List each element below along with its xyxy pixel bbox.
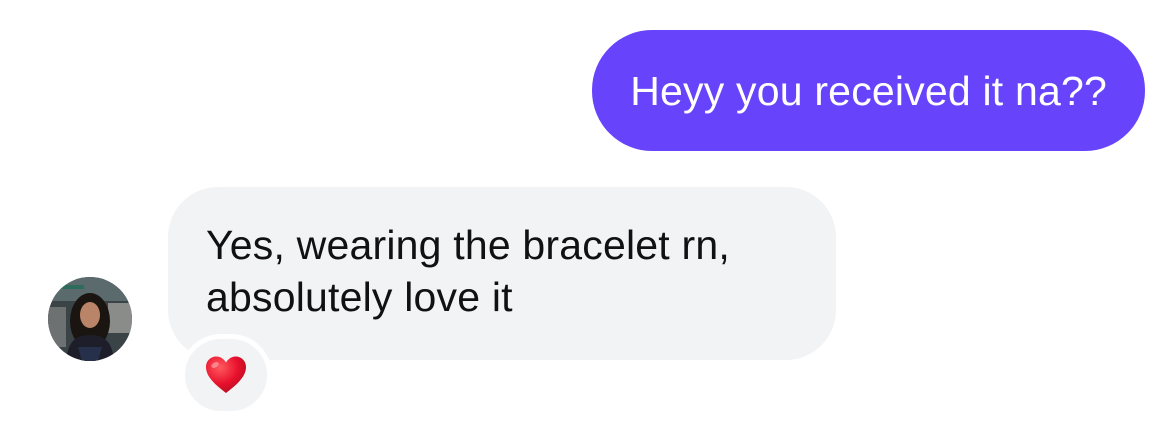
incoming-message-line-2: absolutely love it xyxy=(206,274,513,320)
message-thread: Heyy you received it na?? Yes, wearing t… xyxy=(0,0,1170,431)
outgoing-message-bubble[interactable]: Heyy you received it na?? xyxy=(592,30,1145,151)
outgoing-message-text: Heyy you received it na?? xyxy=(630,67,1107,114)
sender-avatar[interactable] xyxy=(48,277,132,361)
profile-photo-icon xyxy=(48,277,132,361)
reaction-badge[interactable] xyxy=(180,334,272,416)
incoming-message-line-1: Yes, wearing the bracelet rn, xyxy=(206,222,730,268)
red-heart-icon xyxy=(206,356,246,393)
incoming-message-bubble[interactable]: Yes, wearing the bracelet rn, absolutely… xyxy=(168,187,836,360)
